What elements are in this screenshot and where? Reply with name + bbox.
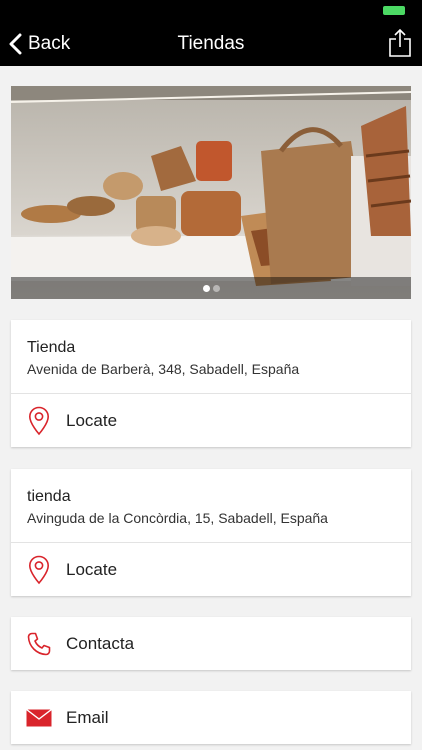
gallery-page-indicator[interactable] <box>11 277 411 299</box>
page-dot-active[interactable] <box>202 284 210 292</box>
store-card-2: tienda Avinguda de la Concòrdia, 15, Sab… <box>11 469 411 596</box>
battery-icon <box>383 6 405 15</box>
store-card-1: Tienda Avenida de Barberà, 348, Sabadell… <box>11 320 411 447</box>
location-pin-icon <box>28 406 49 435</box>
page-title: Tiendas <box>177 33 245 54</box>
phone-icon <box>27 632 50 655</box>
store-photo <box>11 86 411 299</box>
email-card: Email <box>11 691 411 744</box>
contact-button[interactable]: Contacta <box>11 617 411 670</box>
share-icon <box>389 28 411 57</box>
store-info: tienda Avinguda de la Concòrdia, 15, Sab… <box>11 469 411 543</box>
page-dot[interactable] <box>212 284 220 292</box>
store-info: Tienda Avenida de Barberà, 348, Sabadell… <box>11 320 411 394</box>
contact-label: Contacta <box>66 633 135 653</box>
location-pin-icon <box>28 555 49 584</box>
store-address: Avinguda de la Concòrdia, 15, Sabadell, … <box>27 510 328 526</box>
locate-button[interactable]: Locate <box>11 394 411 447</box>
store-name: tienda <box>27 488 71 505</box>
share-button[interactable] <box>388 28 412 58</box>
locate-label: Locate <box>66 559 118 579</box>
store-name: Tienda <box>27 339 76 356</box>
store-photo-gallery[interactable] <box>11 86 411 299</box>
navigation-bar: Back Tiendas <box>0 22 422 66</box>
store-address: Avenida de Barberà, 348, Sabadell, Españ… <box>27 361 300 377</box>
envelope-icon <box>25 708 52 726</box>
locate-label: Locate <box>66 410 118 430</box>
email-label: Email <box>66 707 109 727</box>
contact-card: Contacta <box>11 617 411 670</box>
email-button[interactable]: Email <box>11 691 411 744</box>
status-bar <box>0 0 422 22</box>
locate-button[interactable]: Locate <box>11 543 411 596</box>
